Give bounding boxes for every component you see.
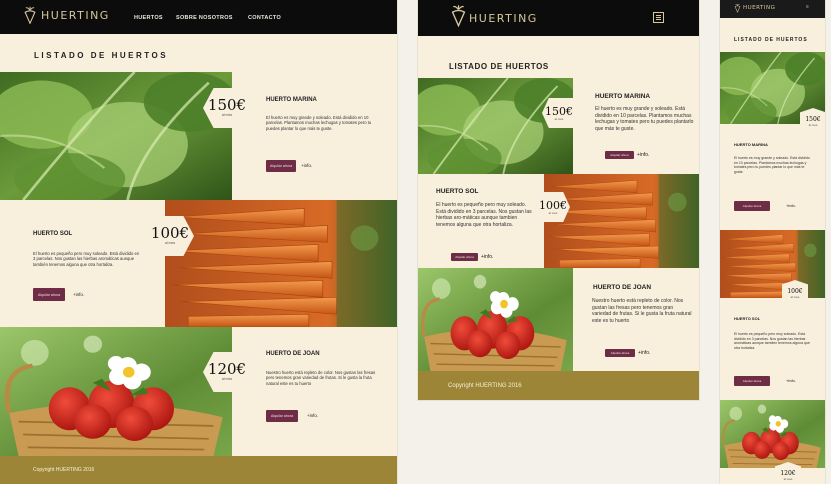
- info-link[interactable]: +info.: [481, 254, 493, 260]
- orchard-description: Nuestro huerto está repleto de color. No…: [592, 298, 692, 324]
- reserve-button[interactable]: Alquilar ahora: [605, 151, 634, 159]
- brand-name: HUERTING: [469, 12, 538, 25]
- reserve-button[interactable]: Alquilar ahora: [734, 376, 770, 386]
- price-badge: 100€ al mes: [536, 192, 570, 222]
- orchard-description: Nuestro huerto está repleto de color. No…: [266, 370, 376, 386]
- orchard-title: HUERTO SOL: [436, 188, 479, 195]
- price-value: 120€: [780, 469, 796, 477]
- price-unit: al mes: [221, 113, 233, 118]
- orchard-title: HUERTO DE JOAN: [593, 284, 652, 291]
- carrots-photo: [544, 174, 699, 268]
- info-link[interactable]: +info.: [786, 378, 796, 383]
- carrot-logo-icon: [450, 4, 467, 27]
- info-link[interactable]: +info.: [301, 163, 312, 168]
- menu-icon[interactable]: ≡: [806, 5, 809, 10]
- orchard-description: El huerto es pequeño pero muy soleado. E…: [33, 251, 140, 267]
- desktop-header: HUERTING HUERTOS SOBRE NOSOTROS CONTACTO: [0, 0, 397, 34]
- price-unit: al mes: [808, 122, 818, 127]
- orchard-title: HUERTO MARINA: [734, 142, 768, 147]
- orchard-description: El huerto es pequeño pero muy soleado. E…: [734, 332, 810, 350]
- price-badge: 120€ al mes: [775, 462, 801, 484]
- price-value: 100€: [150, 224, 190, 243]
- reserve-button[interactable]: Alquilar ahora: [33, 288, 65, 301]
- reserve-button[interactable]: Alquilar ahora: [605, 349, 635, 357]
- mobile-mockup: HUERTING ≡ LISTADO DE HUERTOS 150€ al me…: [720, 0, 825, 484]
- reserve-button[interactable]: Alquilar ahora: [734, 201, 770, 211]
- page-title: LISTADO DE HUERTOS: [449, 62, 549, 71]
- tablet-footer: Copyright HUERTING 2016: [418, 371, 699, 400]
- strawberries-photo: [418, 268, 573, 371]
- orchard-title: HUERTO SOL: [734, 316, 761, 321]
- footer-copyright: Copyright HUERTING 2016: [33, 467, 95, 473]
- price-badge: 150€ al mes: [542, 98, 576, 128]
- orchard-title: HUERTO MARINA: [266, 97, 317, 103]
- carrots-photo: [165, 200, 397, 327]
- price-badge: 100€ al mes: [782, 280, 808, 302]
- price-value: 150€: [545, 104, 573, 118]
- tablet-mockup: HUERTING LISTADO DE HUERTOS 150€ al mes …: [418, 0, 699, 400]
- carrot-logo-icon: [23, 6, 37, 24]
- nav-sobre-nosotros[interactable]: SOBRE NOSOTROS: [176, 15, 233, 21]
- carrots-photo: [720, 230, 825, 298]
- desktop-mockup: HUERTING HUERTOS SOBRE NOSOTROS CONTACTO…: [0, 0, 397, 484]
- info-link[interactable]: +info.: [786, 203, 796, 208]
- orchard-description: El huerto es muy grande y soleado. Está …: [266, 115, 372, 131]
- orchard-title: HUERTO DE JOAN: [266, 351, 320, 357]
- orchard-description: El huerto es muy grande y soleado. Está …: [734, 156, 810, 174]
- reserve-button[interactable]: Alquilar ahora: [266, 410, 298, 422]
- price-badge: 150€ al mes: [800, 108, 825, 130]
- price-unit: al mes: [554, 116, 564, 121]
- price-value: 100€: [539, 198, 567, 212]
- info-link[interactable]: +info.: [638, 350, 650, 356]
- brand-name: HUERTING: [41, 8, 110, 22]
- lettuce-photo: [0, 72, 232, 200]
- nav-contacto[interactable]: CONTACTO: [248, 15, 281, 21]
- desktop-logo[interactable]: HUERTING: [23, 6, 110, 24]
- price-value: 150€: [207, 96, 247, 115]
- desktop-footer: Copyright HUERTING 2016: [0, 456, 397, 484]
- mobile-header: HUERTING ≡: [720, 0, 825, 18]
- carrot-logo-icon: [734, 3, 741, 13]
- strawberries-photo: [0, 327, 232, 456]
- price-value: 100€: [787, 287, 803, 295]
- mobile-logo[interactable]: HUERTING: [734, 3, 775, 13]
- brand-name: HUERTING: [743, 5, 776, 11]
- orchard-title: HUERTO SOL: [33, 231, 73, 237]
- page-title: LISTADO DE HUERTOS: [734, 37, 808, 43]
- info-link[interactable]: +info.: [307, 413, 318, 418]
- price-unit: al mes: [783, 476, 793, 481]
- tablet-header: HUERTING: [418, 0, 699, 36]
- orchard-title: HUERTO MARINA: [595, 93, 651, 100]
- reserve-button[interactable]: Alquilar ahora: [266, 160, 296, 172]
- price-value: 150€: [805, 115, 821, 123]
- price-unit: al mes: [164, 241, 176, 246]
- info-link[interactable]: +info.: [73, 292, 84, 297]
- price-unit: al mes: [548, 210, 558, 215]
- tablet-logo[interactable]: HUERTING: [450, 4, 538, 27]
- nav-huertos[interactable]: HUERTOS: [134, 15, 163, 21]
- hamburger-menu-icon[interactable]: [653, 12, 664, 23]
- footer-copyright: Copyright HUERTING 2016: [448, 383, 522, 389]
- strawberries-photo: [720, 400, 825, 468]
- orchard-description: El huerto es pequeño pero muy soleado. E…: [436, 202, 532, 228]
- price-unit: al mes: [221, 377, 233, 382]
- price-unit: al mes: [790, 294, 800, 299]
- info-link[interactable]: +info.: [637, 152, 649, 158]
- page-title: LISTADO DE HUERTOS: [34, 51, 169, 60]
- orchard-description: El huerto es muy grande y soleado. Está …: [595, 106, 694, 132]
- price-value: 120€: [207, 360, 247, 379]
- reserve-button[interactable]: Alquilar ahora: [451, 253, 478, 261]
